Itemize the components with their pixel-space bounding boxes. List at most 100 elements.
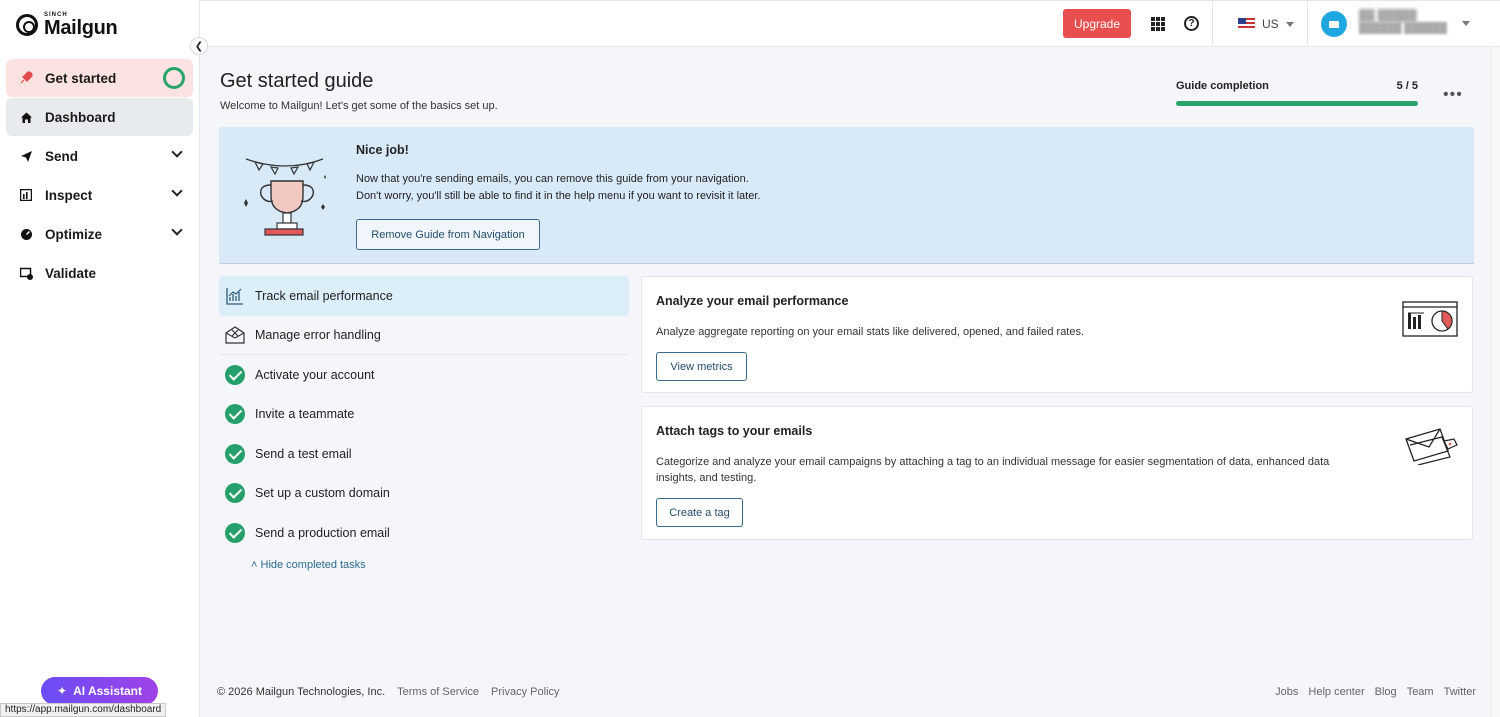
collapse-sidebar-button[interactable]: ❮ (190, 37, 208, 55)
sidebar-item-label: Validate (45, 265, 97, 281)
sidebar-item-send[interactable]: Send (6, 137, 193, 175)
mailgun-logo[interactable]: SINCH Mailgun (16, 12, 118, 39)
check-circle-icon (225, 443, 245, 464)
user-org-redacted: ██████ ██████ (1359, 23, 1447, 35)
footer-links: Jobs Help center Blog Team Twitter (1275, 686, 1476, 698)
privacy-link[interactable]: Privacy Policy (491, 686, 559, 698)
sidebar: SINCH Mailgun Get started Dashboard Send (0, 0, 200, 717)
sparkle-icon: ✦ (57, 684, 68, 698)
card-title: Attach tags to your emails (656, 424, 813, 438)
envelope-error-icon (225, 325, 245, 345)
footer-link-jobs[interactable]: Jobs (1275, 686, 1298, 698)
hide-completed-label: Hide completed tasks (260, 559, 366, 571)
remove-guide-button[interactable]: Remove Guide from Navigation (356, 219, 540, 250)
region-label: US (1262, 17, 1279, 31)
completion-label: Guide completion (1176, 80, 1269, 92)
completion-value: 5 / 5 (1396, 80, 1418, 92)
card-title: Analyze your email performance (656, 294, 849, 308)
ai-assistant-button[interactable]: ✦ AI Assistant (41, 677, 158, 705)
view-metrics-button[interactable]: View metrics (656, 352, 747, 381)
user-name-redacted: ██ █████ (1359, 10, 1417, 22)
home-icon (18, 109, 34, 125)
sidebar-item-label: Optimize (45, 226, 103, 242)
report-icon (18, 187, 34, 203)
check-circle-icon (225, 483, 245, 504)
chart-line-icon (225, 286, 245, 306)
terms-link[interactable]: Terms of Service (397, 686, 479, 698)
divider (1307, 1, 1308, 47)
sidebar-item-dashboard[interactable]: Dashboard (6, 98, 193, 136)
task-send-test-email[interactable]: Send a test email (219, 434, 629, 474)
sidebar-item-label: Dashboard (45, 109, 116, 125)
banner-text-line1: Now that you're sending emails, you can … (356, 173, 749, 185)
trophy-illustration (244, 158, 326, 236)
us-flag-icon (1238, 18, 1255, 30)
sidebar-nav: Get started Dashboard Send Inspect Optim… (6, 59, 193, 293)
chevron-down-icon (171, 185, 183, 197)
gauge-icon (18, 226, 34, 242)
tagged-envelopes-illustration (1405, 428, 1458, 465)
attach-tags-card: Attach tags to your emails Categorize an… (641, 406, 1473, 540)
logo-name-text: Mailgun (44, 17, 118, 39)
task-activate-account[interactable]: Activate your account (219, 355, 629, 395)
task-label: Set up a custom domain (255, 486, 390, 501)
task-invite-teammate[interactable]: Invite a teammate (219, 395, 629, 435)
account-menu[interactable]: ██ █████ ██████ ██████ (1359, 10, 1447, 35)
card-description: Categorize and analyze your email campai… (656, 456, 1330, 484)
sidebar-item-label: Inspect (45, 187, 93, 203)
page-title: Get started guide (220, 70, 374, 92)
completion-progress-fill (1176, 101, 1418, 106)
chevron-up-icon: ˄ (251, 559, 258, 571)
region-selector[interactable]: US (1238, 17, 1294, 31)
ai-assistant-label: AI Assistant (73, 684, 142, 698)
sidebar-item-inspect[interactable]: Inspect (6, 176, 193, 214)
check-circle-icon (225, 522, 245, 543)
chevron-down-icon (171, 224, 183, 236)
create-tag-button[interactable]: Create a tag (656, 498, 743, 527)
page-scrollbar[interactable] (1491, 47, 1500, 717)
rocket-icon (18, 70, 34, 86)
footer-link-blog[interactable]: Blog (1375, 686, 1397, 698)
footer-left: © 2026 Mailgun Technologies, Inc. Terms … (217, 686, 560, 698)
sidebar-item-optimize[interactable]: Optimize (6, 215, 193, 253)
card-description: Analyze aggregate reporting on your emai… (656, 326, 1085, 338)
hide-completed-tasks-link[interactable]: ˄ Hide completed tasks (251, 559, 366, 571)
status-url-tooltip: https://app.mailgun.com/dashboard (0, 703, 167, 717)
upgrade-button[interactable]: Upgrade (1063, 9, 1131, 38)
task-label: Send a test email (255, 446, 352, 461)
account-avatar[interactable] (1321, 11, 1347, 37)
task-track-email-performance[interactable]: Track email performance (219, 276, 629, 316)
footer-link-help-center[interactable]: Help center (1308, 686, 1364, 698)
task-custom-domain[interactable]: Set up a custom domain (219, 474, 629, 514)
sidebar-item-get-started[interactable]: Get started (6, 59, 193, 97)
completion-progress-bar (1176, 101, 1418, 106)
paper-plane-icon (18, 148, 34, 164)
analyze-performance-card: Analyze your email performance Analyze a… (641, 276, 1473, 393)
check-circle-icon (225, 404, 245, 425)
task-label: Manage error handling (255, 327, 381, 342)
footer-link-team[interactable]: Team (1407, 686, 1434, 698)
apps-grid-icon[interactable] (1151, 17, 1165, 31)
footer-link-twitter[interactable]: Twitter (1444, 686, 1476, 698)
task-manage-error-handling[interactable]: Manage error handling (219, 316, 629, 355)
progress-ring-icon (163, 67, 185, 89)
mailgun-logo-icon (16, 14, 38, 36)
top-bar: Upgrade ? US ██ █████ ██████ ██████ (200, 0, 1500, 47)
task-label: Invite a teammate (255, 407, 355, 422)
validate-icon (18, 265, 34, 281)
account-caret-icon[interactable] (1462, 21, 1470, 26)
banner-text-line2: Don't worry, you'll still be able to fin… (356, 190, 761, 202)
caret-down-icon (1285, 21, 1294, 27)
help-icon[interactable]: ? (1184, 16, 1199, 31)
banner-title: Nice job! (356, 143, 409, 157)
check-circle-icon (225, 364, 245, 385)
completion-banner: Nice job! Now that you're sending emails… (219, 127, 1474, 264)
task-production-email[interactable]: Send a production email (219, 513, 629, 553)
metrics-dashboard-illustration (1402, 301, 1458, 337)
sidebar-item-label: Send (45, 148, 79, 164)
more-options-icon[interactable]: ••• (1443, 86, 1463, 104)
page-subtitle: Welcome to Mailgun! Let's get some of th… (220, 100, 498, 112)
chevron-left-icon: ❮ (194, 40, 204, 52)
sidebar-item-validate[interactable]: Validate (6, 254, 193, 292)
task-label: Track email performance (255, 288, 393, 303)
